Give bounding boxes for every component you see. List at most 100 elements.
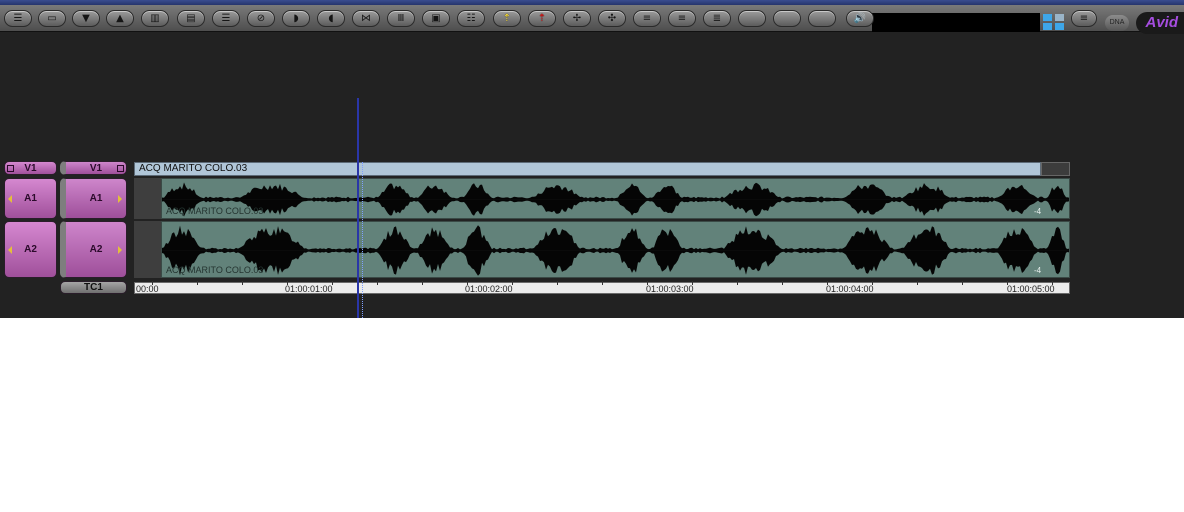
- clip-name: ACQ MARITO COLO.03: [166, 265, 264, 275]
- record-track-a1[interactable]: A1: [60, 178, 127, 219]
- extract-red-icon: ⇡: [537, 12, 547, 24]
- dna-button[interactable]: DNA: [1105, 15, 1129, 31]
- segment-icon[interactable]: ▣: [422, 10, 450, 27]
- record-track-a2[interactable]: A2: [60, 221, 127, 278]
- brand-logo: Avid: [1136, 12, 1184, 34]
- monitor-icon[interactable]: ▭: [38, 10, 66, 27]
- ripple-left-icon: ◖: [328, 12, 334, 24]
- columns-icon[interactable]: Ⅲ: [387, 10, 415, 27]
- ruler-tick: [1052, 281, 1053, 285]
- monitor-icon: ▭: [47, 12, 57, 24]
- stack-icon[interactable]: ☷: [457, 10, 485, 27]
- ruler-tick: [197, 281, 198, 285]
- toolbar-button[interactable]: [738, 10, 766, 27]
- monitor-marker-icon: [118, 246, 122, 254]
- video-clip[interactable]: ACQ MARITO COLO.03: [134, 162, 1041, 176]
- waveform: [162, 225, 1069, 276]
- timeline-toolbar: ≡ DNA Avid ☰ ▭ ▼ ▲ ▥ ▤ ☰ ⊘ ◗ ◖ ⋈ Ⅲ ▣ ☷ ⇡ ⇡ ✢ ✣ ≡ ≡ ≣ 🔊: [0, 5, 1184, 34]
- lift-icon[interactable]: ⇡: [493, 10, 521, 27]
- video-filler: [1041, 162, 1070, 176]
- speaker-icon: 🔊: [853, 12, 867, 24]
- trim-icon[interactable]: ⋈: [352, 10, 380, 27]
- audio-clip-a2[interactable]: [161, 221, 1070, 278]
- raise-icon[interactable]: ▲: [106, 10, 134, 27]
- patch-icon[interactable]: ≡: [633, 10, 661, 27]
- clip-name: ACQ MARITO COLO.03: [166, 206, 264, 216]
- mute-icon: ⊘: [256, 12, 266, 24]
- track-label: TC1: [84, 282, 103, 293]
- columns-icon: Ⅲ: [397, 12, 405, 24]
- rewind-icon[interactable]: ≣: [703, 10, 731, 27]
- monitor-marker-icon: [8, 246, 12, 254]
- lift-icon: ⇡: [502, 12, 512, 24]
- lock-icon: [117, 165, 124, 172]
- stack-icon: ☷: [466, 12, 476, 24]
- toolbar-button[interactable]: [773, 10, 801, 27]
- segment-icon: ▣: [431, 12, 441, 24]
- ruler-tick: [377, 281, 378, 285]
- ruler-tick: [557, 281, 558, 285]
- ruler-tick: [512, 281, 513, 285]
- audio-clip-a1[interactable]: [161, 178, 1070, 219]
- gain-value: -4: [1034, 266, 1042, 275]
- clip-name: ACQ MARITO COLO.03: [139, 163, 248, 174]
- sync-lock-icon: [7, 165, 14, 172]
- cut-icon: ✣: [607, 12, 617, 24]
- cut-icon[interactable]: ✣: [598, 10, 626, 27]
- timecode-label: 01:00:05:00: [1007, 284, 1055, 294]
- trim-icon: ⋈: [361, 12, 371, 24]
- track-label: V1: [89, 162, 103, 174]
- ruler-tick: [287, 281, 288, 285]
- track-label: A2: [24, 244, 37, 255]
- extract-icon: ☰: [221, 12, 231, 24]
- track-label: A2: [89, 244, 103, 255]
- timeline-window: ≡ DNA Avid ☰ ▭ ▼ ▲ ▥ ▤ ☰ ⊘ ◗ ◖ ⋈ Ⅲ ▣ ☷ ⇡ ⇡ ✢ ✣ ≡ ≡ ≣ 🔊 V1 A1 …: [0, 0, 1184, 318]
- timecode-label: 01:00:04:00: [826, 284, 874, 294]
- overwrite-icon: ▥: [150, 12, 160, 24]
- raise-icon: ▲: [116, 12, 124, 24]
- patch-icon: ≡: [642, 12, 652, 24]
- splice-icon: ▤: [186, 12, 196, 24]
- overwrite-icon[interactable]: ▥: [141, 10, 169, 27]
- ruler-tick: [827, 281, 828, 285]
- timecode-display: [872, 13, 1040, 32]
- position-indicator[interactable]: [357, 98, 359, 318]
- ripple-right-icon[interactable]: ◗: [282, 10, 310, 27]
- view-grid-icon[interactable]: [1043, 14, 1067, 32]
- ruler-tick: [737, 281, 738, 285]
- timecode-label: 01:00:02:00: [465, 284, 513, 294]
- rewind-icon: ≣: [712, 12, 722, 24]
- ruler-tick: [422, 281, 423, 285]
- ruler-tick: [872, 281, 873, 285]
- shift-icon: ≡: [677, 12, 687, 24]
- ruler-tick: [152, 281, 153, 285]
- sync-icon[interactable]: ✢: [563, 10, 591, 27]
- splice-icon[interactable]: ▤: [177, 10, 205, 27]
- ruler-tick: [467, 281, 468, 285]
- waveform: [162, 182, 1069, 217]
- timecode-label: 00:00: [136, 284, 159, 294]
- speaker-icon[interactable]: 🔊: [846, 10, 874, 27]
- track-settings-icon[interactable]: ☰: [4, 10, 32, 27]
- monitor-marker-icon: [118, 195, 122, 203]
- extract-icon[interactable]: ☰: [212, 10, 240, 27]
- timecode-track[interactable]: TC1: [60, 281, 127, 294]
- ruler-tick: [647, 281, 648, 285]
- ruler-tick: [332, 281, 333, 285]
- shift-icon[interactable]: ≡: [668, 10, 696, 27]
- ruler-tick: [692, 281, 693, 285]
- monitor-marker-icon: [8, 195, 12, 203]
- ruler-tick: [602, 281, 603, 285]
- timecode-label: 01:00:03:00: [646, 284, 694, 294]
- ripple-left-icon[interactable]: ◖: [317, 10, 345, 27]
- mute-icon[interactable]: ⊘: [247, 10, 275, 27]
- extract-red-icon[interactable]: ⇡: [528, 10, 556, 27]
- ruler-tick: [1007, 281, 1008, 285]
- timecode-label: 01:00:01:00: [285, 284, 333, 294]
- ripple-right-icon: ◗: [293, 12, 299, 24]
- track-label: V1: [24, 162, 37, 174]
- lower-icon[interactable]: ▼: [72, 10, 100, 27]
- toolbar-button[interactable]: [808, 10, 836, 27]
- list-icon[interactable]: ≡: [1071, 10, 1097, 27]
- track-label: A1: [89, 193, 103, 204]
